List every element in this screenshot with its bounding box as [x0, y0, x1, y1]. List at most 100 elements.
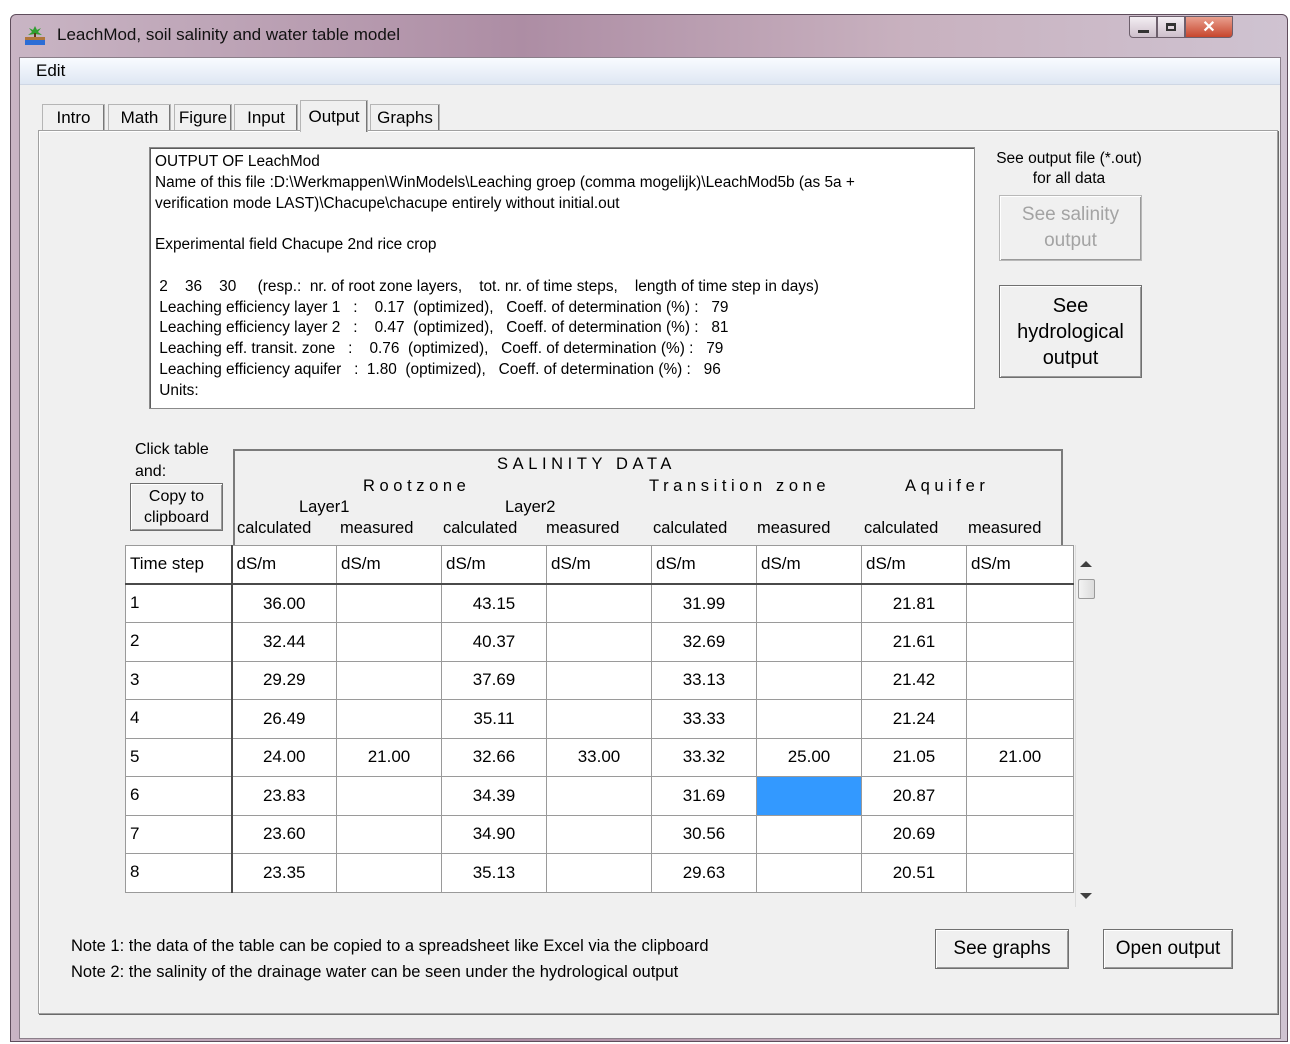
salinity-cell[interactable]: 40.37: [441, 622, 547, 662]
salinity-cell[interactable]: [756, 660, 862, 700]
salinity-cell[interactable]: 31.99: [651, 583, 757, 623]
menu-edit[interactable]: Edit: [36, 61, 65, 81]
table-row[interactable]: 1 36.00 43.15 31.99 21.81: [125, 583, 1074, 623]
salinity-cell[interactable]: [336, 853, 442, 893]
table-row[interactable]: 5 24.00 21.00 32.66 33.00 33.32 25.00 21.05 21.0…: [125, 737, 1074, 777]
salinity-cell[interactable]: 26.49: [231, 699, 337, 739]
scroll-down-icon[interactable]: [1080, 893, 1092, 899]
salinity-cell[interactable]: [336, 660, 442, 700]
salinity-cell[interactable]: 24.00: [231, 737, 337, 777]
salinity-cell[interactable]: [756, 622, 862, 662]
salinity-cell[interactable]: [546, 853, 652, 893]
salinity-cell[interactable]: [336, 583, 442, 623]
salinity-cell[interactable]: 31.69: [651, 776, 757, 816]
minimize-button[interactable]: [1129, 16, 1157, 38]
salinity-cell[interactable]: [966, 622, 1074, 662]
title-bar[interactable]: LeachMod, soil salinity and water table …: [11, 15, 1287, 57]
salinity-cell[interactable]: 33.00: [546, 737, 652, 777]
salinity-cell[interactable]: 33.13: [651, 660, 757, 700]
salinity-cell[interactable]: 20.69: [861, 814, 967, 854]
time-step-cell[interactable]: 2: [125, 622, 233, 662]
unit-header-cell[interactable]: dS/m: [651, 545, 757, 585]
salinity-cell[interactable]: [546, 622, 652, 662]
time-step-header[interactable]: Time step: [125, 545, 233, 585]
time-step-cell[interactable]: 7: [125, 814, 233, 854]
output-text-area[interactable]: OUTPUT OF LeachMod Name of this file :D:…: [149, 147, 975, 409]
salinity-cell[interactable]: [756, 776, 862, 816]
salinity-cell[interactable]: 23.35: [231, 853, 337, 893]
time-step-cell[interactable]: 4: [125, 699, 233, 739]
open-output-button[interactable]: Open output: [1103, 929, 1233, 969]
time-step-cell[interactable]: 5: [125, 737, 233, 777]
salinity-cell[interactable]: 21.05: [861, 737, 967, 777]
table-row[interactable]: 8 23.35 35.13 29.63 20.51: [125, 853, 1074, 893]
tab-output[interactable]: Output: [300, 100, 368, 132]
salinity-cell[interactable]: [966, 853, 1074, 893]
salinity-cell[interactable]: [756, 699, 862, 739]
salinity-cell[interactable]: 23.60: [231, 814, 337, 854]
maximize-button[interactable]: [1157, 16, 1185, 38]
salinity-cell[interactable]: 34.90: [441, 814, 547, 854]
tab-intro[interactable]: Intro: [42, 104, 105, 130]
close-button[interactable]: ✕: [1185, 16, 1233, 38]
salinity-cell[interactable]: [336, 814, 442, 854]
table-row[interactable]: 7 23.60 34.90 30.56 20.69: [125, 814, 1074, 854]
see-hydrological-output-button[interactable]: See hydrological output: [999, 285, 1142, 378]
unit-header-cell[interactable]: dS/m: [756, 545, 862, 585]
salinity-cell[interactable]: [336, 622, 442, 662]
salinity-cell[interactable]: 33.33: [651, 699, 757, 739]
table-row[interactable]: 2 32.44 40.37 32.69 21.61: [125, 622, 1074, 662]
salinity-cell[interactable]: [546, 699, 652, 739]
salinity-cell[interactable]: 29.63: [651, 853, 757, 893]
salinity-cell[interactable]: [966, 776, 1074, 816]
salinity-cell[interactable]: [546, 583, 652, 623]
salinity-cell[interactable]: 21.00: [336, 737, 442, 777]
time-step-cell[interactable]: 1: [125, 583, 233, 623]
salinity-cell[interactable]: 21.81: [861, 583, 967, 623]
salinity-cell[interactable]: 34.39: [441, 776, 547, 816]
salinity-cell[interactable]: 21.61: [861, 622, 967, 662]
time-step-cell[interactable]: 6: [125, 776, 233, 816]
salinity-cell[interactable]: 30.56: [651, 814, 757, 854]
unit-header-cell[interactable]: dS/m: [231, 545, 337, 585]
salinity-cell[interactable]: 32.44: [231, 622, 337, 662]
table-row[interactable]: 6 23.83 34.39 31.69 20.87: [125, 776, 1074, 816]
salinity-cell[interactable]: 33.32: [651, 737, 757, 777]
salinity-cell[interactable]: 36.00: [231, 583, 337, 623]
salinity-cell[interactable]: [966, 583, 1074, 623]
scroll-up-icon[interactable]: [1080, 561, 1092, 567]
salinity-cell[interactable]: [546, 814, 652, 854]
salinity-table[interactable]: Time step dS/m dS/m dS/m dS/m dS/m dS/m dS/m dS/…: [125, 545, 1074, 893]
table-row[interactable]: 3 29.29 37.69 33.13 21.42: [125, 660, 1074, 700]
table-scrollbar[interactable]: [1075, 545, 1096, 907]
salinity-cell[interactable]: [336, 699, 442, 739]
tab-input[interactable]: Input: [234, 104, 298, 130]
salinity-cell[interactable]: [546, 660, 652, 700]
copy-to-clipboard-button[interactable]: Copy to clipboard: [130, 483, 223, 531]
salinity-cell[interactable]: 23.83: [231, 776, 337, 816]
salinity-cell[interactable]: 32.69: [651, 622, 757, 662]
tab-graphs[interactable]: Graphs: [370, 104, 440, 130]
salinity-cell[interactable]: 37.69: [441, 660, 547, 700]
salinity-cell[interactable]: 20.51: [861, 853, 967, 893]
salinity-cell[interactable]: [966, 814, 1074, 854]
salinity-cell[interactable]: 35.13: [441, 853, 547, 893]
salinity-cell[interactable]: [756, 583, 862, 623]
scroll-thumb[interactable]: [1078, 579, 1095, 599]
tab-figure[interactable]: Figure: [174, 104, 232, 130]
unit-header-cell[interactable]: dS/m: [546, 545, 652, 585]
salinity-cell[interactable]: [336, 776, 442, 816]
salinity-cell[interactable]: 43.15: [441, 583, 547, 623]
salinity-cell[interactable]: 29.29: [231, 660, 337, 700]
salinity-cell[interactable]: 21.00: [966, 737, 1074, 777]
salinity-cell[interactable]: 35.11: [441, 699, 547, 739]
salinity-cell[interactable]: 32.66: [441, 737, 547, 777]
unit-header-cell[interactable]: dS/m: [861, 545, 967, 585]
time-step-cell[interactable]: 8: [125, 853, 233, 893]
salinity-cell[interactable]: 21.42: [861, 660, 967, 700]
unit-header-cell[interactable]: dS/m: [441, 545, 547, 585]
unit-header-cell[interactable]: dS/m: [336, 545, 442, 585]
salinity-cell[interactable]: 20.87: [861, 776, 967, 816]
tab-math[interactable]: Math: [108, 104, 171, 130]
unit-header-cell[interactable]: dS/m: [966, 545, 1074, 585]
